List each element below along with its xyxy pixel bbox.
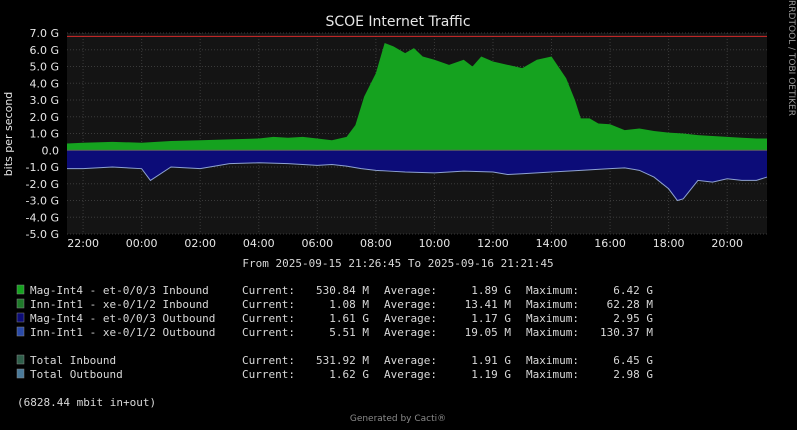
x-tick-label: 08:00 [360,237,392,250]
legend-swatch [16,312,25,323]
legend-maximum-label: Maximum: [526,354,579,367]
legend-maximum-value: 6.42 G [613,284,653,297]
x-tick-label: 14:00 [536,237,568,250]
legend-maximum-value: 6.45 G [613,354,653,367]
y-tick-label: 1.0 G [29,128,59,141]
y-tick-label: -5.0 G [26,228,59,241]
y-tick-label: 6.0 G [29,44,59,57]
legend-average-label: Average: [384,368,437,381]
legend-maximum-label: Maximum: [526,284,579,297]
legend-maximum-value: 130.37 M [600,326,653,339]
rrdtool-credit: RRDTOOL / TOBI OETIKER [786,0,796,116]
legend-current-label: Current: [242,298,295,311]
legend-average-label: Average: [384,298,437,311]
y-tick-label: -1.0 G [26,161,59,174]
legend-average-value: 13.41 M [465,298,512,311]
legend-current-value: 1.08 M [329,298,369,311]
y-tick-label: 3.0 G [29,94,59,107]
y-tick-label: 0.0 [42,144,60,157]
y-tick-label: -3.0 G [26,195,59,208]
legend-average-label: Average: [384,326,437,339]
legend-swatch [16,368,25,379]
legend-current-value: 1.62 G [329,368,369,381]
legend-swatch [16,298,25,309]
x-tick-label: 02:00 [184,237,216,250]
legend-average-label: Average: [384,284,437,297]
x-tick-label: 22:00 [67,237,99,250]
y-axis: 7.0 G 6.0 G 5.0 G 4.0 G 3.0 G 2.0 G 1.0 G 0.0 -1… [26,27,59,241]
y-tick-label: 2.0 G [29,111,59,124]
legend-current-value: 1.61 G [329,312,369,325]
legend-average-value: 1.89 G [471,284,511,297]
legend-maximum-value: 2.98 G [613,368,653,381]
chart-title: SCOE Internet Traffic [325,14,470,30]
legend-current-value: 5.51 M [329,326,369,339]
legend-average-label: Average: [384,354,437,367]
time-range: From 2025-09-15 21:26:45 To 2025-09-16 2… [242,257,553,270]
legend-maximum-label: Maximum: [526,298,579,311]
y-tick-label: 4.0 G [29,77,59,90]
x-tick-label: 04:00 [243,237,275,250]
legend-current-label: Current: [242,312,295,325]
footer-credit: Generated by Cacti® [350,414,446,424]
legend-name: Mag-Int4 - et-0/0/3 Inbound [30,284,209,297]
x-tick-label: 16:00 [594,237,626,250]
legend-maximum-label: Maximum: [526,312,579,325]
x-tick-label: 10:00 [419,237,451,250]
legend-average-value: 19.05 M [465,326,512,339]
legend-current-label: Current: [242,354,295,367]
legend-average-value: 1.17 G [471,312,511,325]
legend-swatch [16,354,25,365]
legend-maximum-value: 62.28 M [607,298,654,311]
x-tick-label: 00:00 [126,237,158,250]
y-tick-label: -2.0 G [26,178,59,191]
y-tick-label: -4.0 G [26,211,59,224]
y-tick-label: 7.0 G [29,27,59,40]
legend-average-label: Average: [384,312,437,325]
traffic-chart: 7.0 G 6.0 G 5.0 G 4.0 G 3.0 G 2.0 G 1.0 G 0.0 -1… [2,0,796,424]
x-tick-label: 18:00 [653,237,685,250]
legend-maximum-label: Maximum: [526,326,579,339]
legend-swatch [16,326,25,337]
legend-maximum-label: Maximum: [526,368,579,381]
legend-current-label: Current: [242,368,295,381]
x-tick-label: 20:00 [711,237,743,250]
y-axis-label: bits per second [2,92,15,177]
x-tick-label: 06:00 [301,237,333,250]
legend-name: Inn-Int1 - xe-0/1/2 Outbound [30,326,215,339]
x-axis: 22:00 00:00 02:00 04:00 06:00 08:00 10:00 12:00… [67,237,743,250]
legend-current-value: 531.92 M [316,354,369,367]
legend-average-value: 1.19 G [471,368,511,381]
legend-name: Mag-Int4 - et-0/0/3 Outbound [30,312,215,325]
legend-name: Total Outbound [30,368,123,381]
total-throughput: (6828.44 mbit in+out) [17,396,156,409]
legend-name: Inn-Int1 - xe-0/1/2 Inbound [30,298,209,311]
legend-name: Total Inbound [30,354,116,367]
graph-canvas: 7.0 G 6.0 G 5.0 G 4.0 G 3.0 G 2.0 G 1.0 G 0.0 -1… [0,0,797,430]
legend: Mag-Int4 - et-0/0/3 Inbound Current: 530.8… [16,284,654,381]
x-tick-label: 12:00 [477,237,509,250]
legend-current-label: Current: [242,326,295,339]
legend-maximum-value: 2.95 G [613,312,653,325]
legend-current-value: 530.84 M [316,284,369,297]
y-tick-label: 5.0 G [29,61,59,74]
legend-average-value: 1.91 G [471,354,511,367]
legend-swatch [16,284,25,295]
legend-current-label: Current: [242,284,295,297]
